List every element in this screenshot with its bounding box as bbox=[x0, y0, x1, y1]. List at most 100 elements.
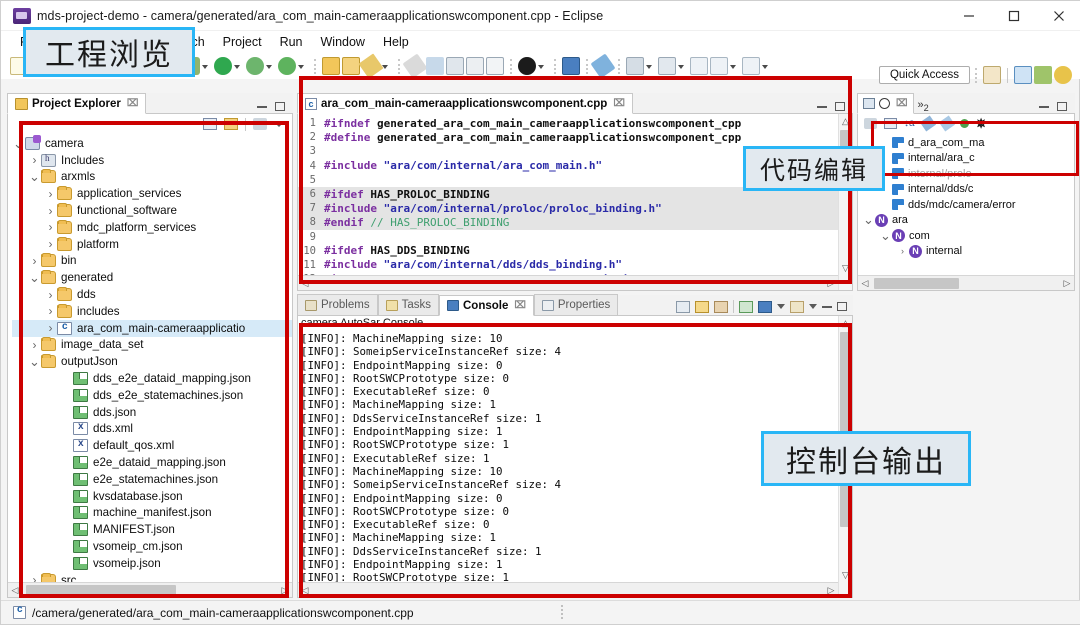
open-type-icon[interactable] bbox=[342, 57, 360, 75]
tab-close-icon[interactable]: ⌧ bbox=[127, 98, 139, 109]
outline-item[interactable]: d_ara_com_ma bbox=[858, 135, 1074, 151]
maximize-view-icon[interactable] bbox=[275, 102, 285, 111]
debug-dropdown-icon[interactable] bbox=[201, 57, 210, 75]
console-hscrollbar[interactable]: ◁ ▷ bbox=[298, 582, 838, 597]
new-perspective-icon[interactable] bbox=[983, 66, 1001, 84]
show-console-icon[interactable] bbox=[714, 301, 728, 313]
outline-hide-static-icon[interactable] bbox=[938, 116, 954, 132]
tree-item[interactable]: vsomeip.json bbox=[12, 555, 292, 572]
outline-item[interactable]: ›Ninternal bbox=[858, 244, 1074, 260]
debug-perspective-icon[interactable] bbox=[1034, 66, 1052, 84]
show-source-icon[interactable] bbox=[466, 57, 484, 75]
tree-collapse-arrow-icon[interactable]: › bbox=[28, 254, 41, 268]
outline-item[interactable]: internal/dds/c bbox=[858, 182, 1074, 198]
pin-console-icon[interactable] bbox=[739, 301, 753, 313]
code-line[interactable]: 7#include "ara/com/internal/proloc/prolo… bbox=[298, 201, 838, 215]
person-icon[interactable] bbox=[518, 57, 536, 75]
tree-item[interactable]: ⌄outputJson bbox=[12, 353, 292, 370]
code-line[interactable]: 10#ifdef HAS_DDS_BINDING bbox=[298, 244, 838, 258]
next-annotation-icon[interactable] bbox=[426, 57, 444, 75]
console-hscroll-right[interactable]: ▷ bbox=[824, 585, 838, 596]
code-line[interactable]: 1#ifndef generated_ara_com_main_cameraap… bbox=[298, 116, 838, 130]
show-whitespace-icon[interactable] bbox=[486, 57, 504, 75]
tree-expand-arrow-icon[interactable]: ⌄ bbox=[28, 172, 41, 181]
forward-dropdown-icon[interactable] bbox=[761, 57, 770, 75]
console-output-text[interactable]: [INFO]: MachineMapping size: 10[INFO]: S… bbox=[298, 332, 838, 582]
hscroll-track[interactable] bbox=[22, 584, 278, 597]
scroll-lock-icon[interactable] bbox=[695, 301, 709, 313]
minimize-outline-icon[interactable] bbox=[1039, 106, 1049, 108]
link-with-editor-icon[interactable] bbox=[224, 118, 238, 130]
outline-hide-nonpublic-icon[interactable] bbox=[960, 119, 969, 128]
pin-icon[interactable] bbox=[626, 57, 644, 75]
tab-project-explorer[interactable]: Project Explorer ⌧ bbox=[7, 93, 146, 114]
maximize-console-icon[interactable] bbox=[837, 302, 847, 311]
tree-expand-arrow-icon[interactable]: ⌄ bbox=[12, 139, 25, 148]
editor-vscroll-up[interactable]: △ bbox=[839, 114, 852, 128]
tree-collapse-arrow-icon[interactable]: › bbox=[44, 237, 57, 251]
maximize-button[interactable] bbox=[991, 1, 1036, 31]
tree-expand-arrow-icon[interactable]: ⌄ bbox=[28, 273, 41, 282]
outline-sort-icon[interactable]: ↓a bbox=[904, 118, 915, 129]
outline-hscroll-right[interactable]: ▷ bbox=[1060, 278, 1074, 289]
tree-item[interactable]: machine_manifest.json bbox=[12, 505, 292, 522]
outline-item[interactable]: internal/ara_c bbox=[858, 151, 1074, 167]
outline-item[interactable]: ⌄Ncom bbox=[858, 228, 1074, 244]
person-dropdown-icon[interactable] bbox=[537, 57, 546, 75]
previous-dropdown-icon[interactable] bbox=[729, 57, 738, 75]
previous-annotation-icon[interactable] bbox=[446, 57, 464, 75]
view-dropdown-icon[interactable] bbox=[274, 122, 284, 127]
tree-item[interactable]: dds_e2e_statemachines.json bbox=[12, 387, 292, 404]
tree-item[interactable]: ›platform bbox=[12, 236, 292, 253]
outline-expand-arrow-icon[interactable]: ⌄ bbox=[879, 232, 892, 240]
tree-collapse-arrow-icon[interactable]: › bbox=[44, 204, 57, 218]
tab-properties[interactable]: Properties bbox=[534, 294, 618, 315]
tree-collapse-arrow-icon[interactable]: › bbox=[44, 304, 57, 318]
console-vscroll-up[interactable]: △ bbox=[839, 316, 852, 330]
tree-collapse-arrow-icon[interactable]: › bbox=[44, 288, 57, 302]
quick-access-field[interactable]: Quick Access bbox=[879, 66, 970, 84]
tree-collapse-arrow-icon[interactable]: › bbox=[44, 321, 57, 335]
outline-hide-fields-icon[interactable] bbox=[919, 116, 935, 132]
outline-item[interactable]: dds/mdc/camera/error bbox=[858, 197, 1074, 213]
display-dropdown-icon[interactable] bbox=[777, 304, 785, 309]
tree-item[interactable]: ›bin bbox=[12, 253, 292, 270]
console-vscroll-thumb[interactable] bbox=[840, 332, 851, 527]
tree-item[interactable]: kvsdatabase.json bbox=[12, 488, 292, 505]
outline-tab-close-icon[interactable]: ⌧ bbox=[896, 98, 908, 109]
tab-outline[interactable]: ⌧ bbox=[857, 93, 914, 114]
new-console-icon[interactable] bbox=[790, 301, 804, 313]
search-dropdown-icon[interactable] bbox=[677, 57, 686, 75]
tab-tasks[interactable]: Tasks bbox=[378, 294, 439, 315]
outline-expand-arrow-icon[interactable]: ⌄ bbox=[862, 216, 875, 224]
forward-arrow-icon[interactable] bbox=[742, 57, 760, 75]
project-tree[interactable]: ⌄camera›Includes⌄arxmls›application_serv… bbox=[8, 134, 292, 598]
outline-item[interactable]: internal/prolo bbox=[858, 166, 1074, 182]
minimize-console-icon[interactable] bbox=[822, 306, 832, 308]
editor-hscroll-left[interactable]: ◁ bbox=[298, 278, 312, 289]
editor-vscroll-down[interactable]: ▽ bbox=[839, 261, 852, 275]
search-icon[interactable] bbox=[658, 57, 676, 75]
tree-item[interactable]: ›image_data_set bbox=[12, 337, 292, 354]
tree-item[interactable]: ›application_services bbox=[12, 185, 292, 202]
tab-problems[interactable]: Problems bbox=[297, 294, 378, 315]
code-line[interactable]: 8#endif // HAS_PROLOC_BINDING bbox=[298, 215, 838, 229]
outline-item[interactable]: ⌄Nara bbox=[858, 213, 1074, 229]
tree-item[interactable]: vsomeip_cm.json bbox=[12, 538, 292, 555]
outline-collapse-all-icon[interactable] bbox=[884, 118, 897, 129]
tree-collapse-arrow-icon[interactable]: › bbox=[44, 220, 57, 234]
code-line[interactable]: 2#define generated_ara_com_main_cameraap… bbox=[298, 130, 838, 144]
tree-item[interactable]: dds_e2e_dataid_mapping.json bbox=[12, 370, 292, 387]
tree-item[interactable]: e2e_dataid_mapping.json bbox=[12, 454, 292, 471]
menu-run[interactable]: Run bbox=[271, 33, 312, 51]
tree-item[interactable]: MANIFEST.json bbox=[12, 521, 292, 538]
clear-console-icon[interactable] bbox=[676, 301, 690, 313]
tree-item[interactable]: ›mdc_platform_services bbox=[12, 219, 292, 236]
editor-hscrollbar[interactable]: ◁ ▷ bbox=[298, 275, 838, 290]
view-menu-icon[interactable] bbox=[253, 118, 267, 130]
menu-window[interactable]: Window bbox=[312, 33, 374, 51]
tree-item[interactable]: ⌄arxmls bbox=[12, 169, 292, 186]
console-hscroll-left[interactable]: ◁ bbox=[298, 585, 312, 596]
coverage-icon[interactable] bbox=[246, 57, 264, 75]
tree-item[interactable]: default_qos.xml bbox=[12, 437, 292, 454]
